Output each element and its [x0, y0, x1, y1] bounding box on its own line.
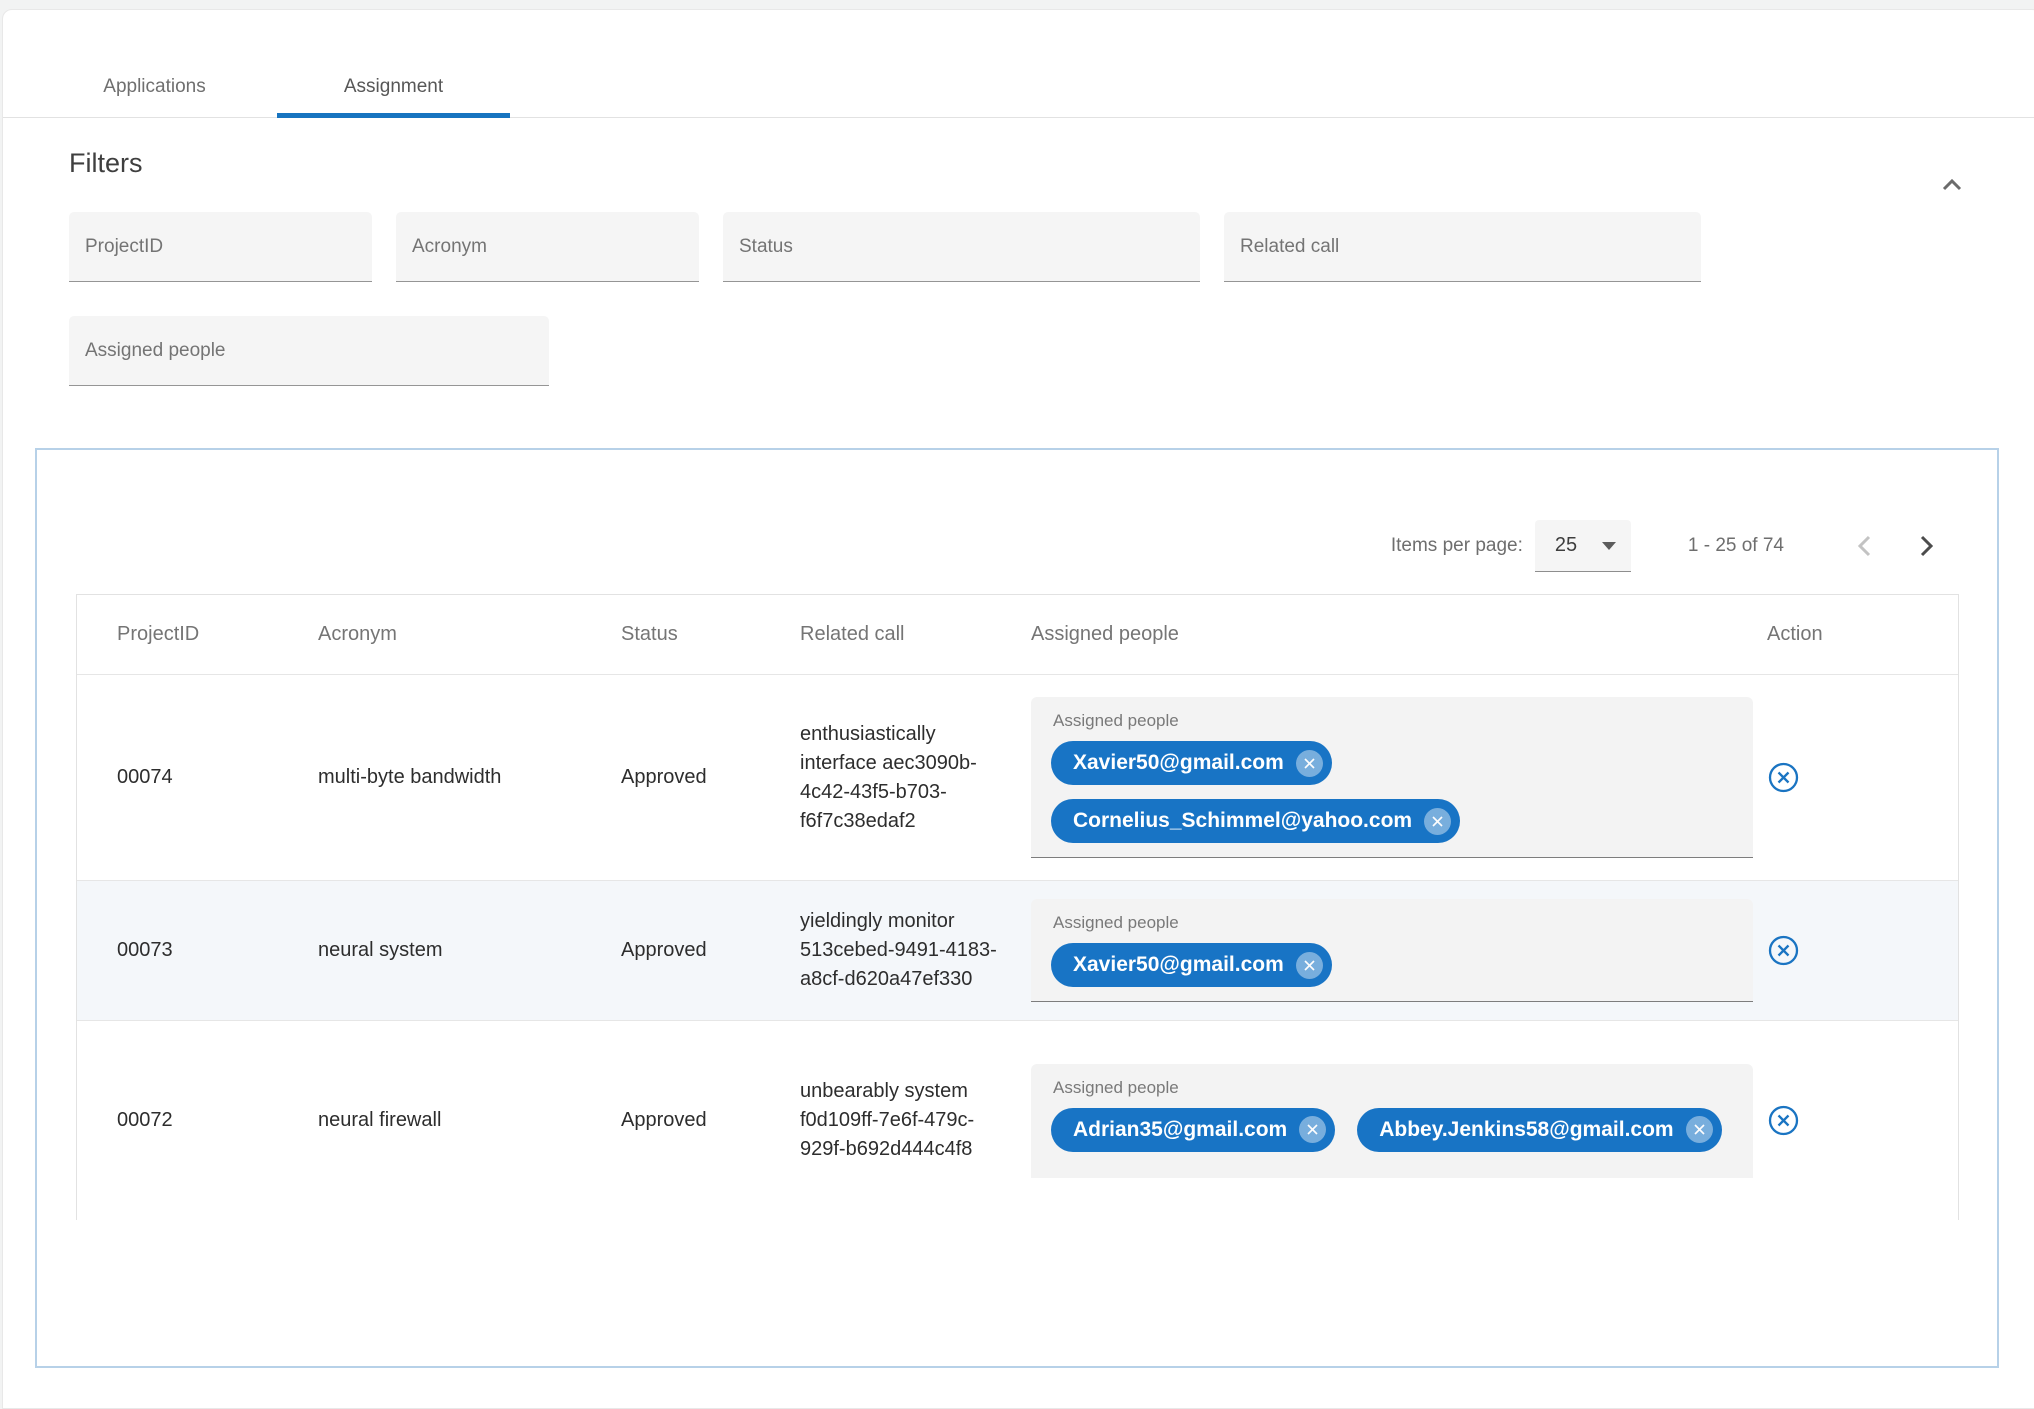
cell-acronym: neural system: [318, 939, 621, 962]
chip-label: Abbey.Jenkins58@gmail.com: [1379, 1118, 1673, 1142]
cell-action: [1765, 934, 1958, 967]
cell-assigned-people: Assigned people Adrian35@gmail.com Abbey…: [1031, 1064, 1765, 1178]
chip-remove-icon[interactable]: [1296, 750, 1323, 777]
filters-section: Filters: [3, 148, 2034, 386]
circle-x-icon: [1767, 934, 1800, 967]
cell-acronym: neural firewall: [318, 1109, 621, 1132]
filter-projectid-input[interactable]: [69, 212, 372, 282]
results-panel: Items per page: 25 1 - 25 of 74 ProjectI…: [35, 448, 1999, 1368]
tab-assignment[interactable]: Assignment: [275, 10, 512, 117]
chip-list: Adrian35@gmail.com Abbey.Jenkins58@gmail…: [1051, 1108, 1733, 1152]
table-row: 00072 neural firewall Approved unbearabl…: [77, 1020, 1958, 1220]
assigned-person-chip: Xavier50@gmail.com: [1051, 943, 1332, 987]
tab-applications-label: Applications: [103, 76, 205, 98]
column-header-assigned-people: Assigned people: [1031, 623, 1765, 646]
chip-remove-icon[interactable]: [1296, 952, 1323, 979]
cell-projectid: 00073: [77, 939, 318, 962]
next-page-button[interactable]: [1911, 531, 1941, 561]
filter-related-call-input[interactable]: [1224, 212, 1701, 282]
chevron-up-icon: [1939, 172, 1965, 198]
previous-page-button[interactable]: [1850, 531, 1880, 561]
assigned-person-chip: Adrian35@gmail.com: [1051, 1108, 1335, 1152]
remove-assignment-button[interactable]: [1767, 934, 1800, 967]
cell-related-call: yieldingly monitor 513cebed-9491-4183-a8…: [800, 907, 1031, 994]
chip-label: Adrian35@gmail.com: [1073, 1118, 1287, 1142]
tab-assignment-label: Assignment: [344, 76, 443, 98]
chip-remove-icon[interactable]: [1686, 1116, 1713, 1143]
chip-label: Cornelius_Schimmel@yahoo.com: [1073, 809, 1412, 833]
cell-acronym: multi-byte bandwidth: [318, 766, 621, 789]
assigned-people-field-label: Assigned people: [1053, 1078, 1733, 1098]
assigned-person-chip: Abbey.Jenkins58@gmail.com: [1357, 1108, 1721, 1152]
chip-remove-icon[interactable]: [1424, 808, 1451, 835]
filter-assigned-people-input[interactable]: [69, 316, 549, 386]
filters-collapse-button[interactable]: [1937, 170, 1967, 200]
table-row: 00074 multi-byte bandwidth Approved enth…: [77, 674, 1958, 880]
assigned-people-field-label: Assigned people: [1053, 711, 1733, 731]
page-range-label: 1 - 25 of 74: [1688, 535, 1784, 557]
paginator: Items per page: 25 1 - 25 of 74: [37, 450, 1997, 572]
cell-projectid: 00074: [77, 766, 318, 789]
chevron-right-icon: [1913, 531, 1939, 561]
column-header-status: Status: [621, 623, 800, 646]
filter-fields: [69, 212, 1809, 386]
column-header-acronym: Acronym: [318, 623, 621, 646]
assigned-person-chip: Xavier50@gmail.com: [1051, 741, 1332, 785]
table-row: 00073 neural system Approved yieldingly …: [77, 880, 1958, 1020]
chip-list: Xavier50@gmail.com: [1051, 943, 1733, 987]
cell-status: Approved: [621, 766, 800, 789]
chip-label: Xavier50@gmail.com: [1073, 953, 1284, 977]
column-header-related-call: Related call: [800, 620, 1031, 649]
page-size-value: 25: [1555, 534, 1577, 557]
cell-assigned-people: Assigned people Xavier50@gmail.com: [1031, 899, 1765, 1002]
column-header-action: Action: [1765, 623, 1958, 646]
cell-action: [1765, 761, 1958, 794]
chevron-left-icon: [1852, 531, 1878, 561]
cell-status: Approved: [621, 1109, 800, 1132]
circle-x-icon: [1767, 1104, 1800, 1137]
assigned-people-field[interactable]: Assigned people Xavier50@gmail.com: [1031, 899, 1753, 1002]
cell-status: Approved: [621, 939, 800, 962]
items-per-page-label: Items per page:: [1391, 535, 1523, 557]
tab-applications[interactable]: Applications: [34, 10, 275, 117]
circle-x-icon: [1767, 761, 1800, 794]
remove-assignment-button[interactable]: [1767, 1104, 1800, 1137]
cell-projectid: 00072: [77, 1109, 318, 1132]
cell-action: [1765, 1104, 1958, 1137]
chip-list: Xavier50@gmail.com Cornelius_Schimmel@ya…: [1051, 741, 1733, 843]
assigned-people-field[interactable]: Assigned people Adrian35@gmail.com Abbey…: [1031, 1064, 1753, 1178]
assigned-people-field-label: Assigned people: [1053, 913, 1733, 933]
chip-remove-icon[interactable]: [1299, 1116, 1326, 1143]
tab-bar: Applications Assignment: [3, 10, 2034, 118]
cell-assigned-people: Assigned people Xavier50@gmail.com Corne…: [1031, 697, 1765, 858]
assignments-table: ProjectID Acronym Status Related call As…: [76, 594, 1959, 1220]
filter-status-input[interactable]: [723, 212, 1200, 282]
cell-related-call: unbearably system f0d109ff-7e6f-479c-929…: [800, 1077, 1031, 1164]
chip-label: Xavier50@gmail.com: [1073, 751, 1284, 775]
remove-assignment-button[interactable]: [1767, 761, 1800, 794]
page-size-select[interactable]: 25: [1535, 520, 1631, 572]
assigned-people-field[interactable]: Assigned people Xavier50@gmail.com Corne…: [1031, 697, 1753, 858]
table-header-row: ProjectID Acronym Status Related call As…: [77, 595, 1958, 674]
filter-acronym-input[interactable]: [396, 212, 699, 282]
content-card: Applications Assignment Filters Items pe…: [2, 9, 2034, 1409]
column-header-projectid: ProjectID: [77, 623, 318, 646]
assigned-person-chip: Cornelius_Schimmel@yahoo.com: [1051, 799, 1460, 843]
caret-down-icon: [1602, 542, 1616, 550]
cell-related-call: enthusiastically interface aec3090b-4c42…: [800, 720, 1031, 836]
filters-title: Filters: [69, 148, 2034, 179]
